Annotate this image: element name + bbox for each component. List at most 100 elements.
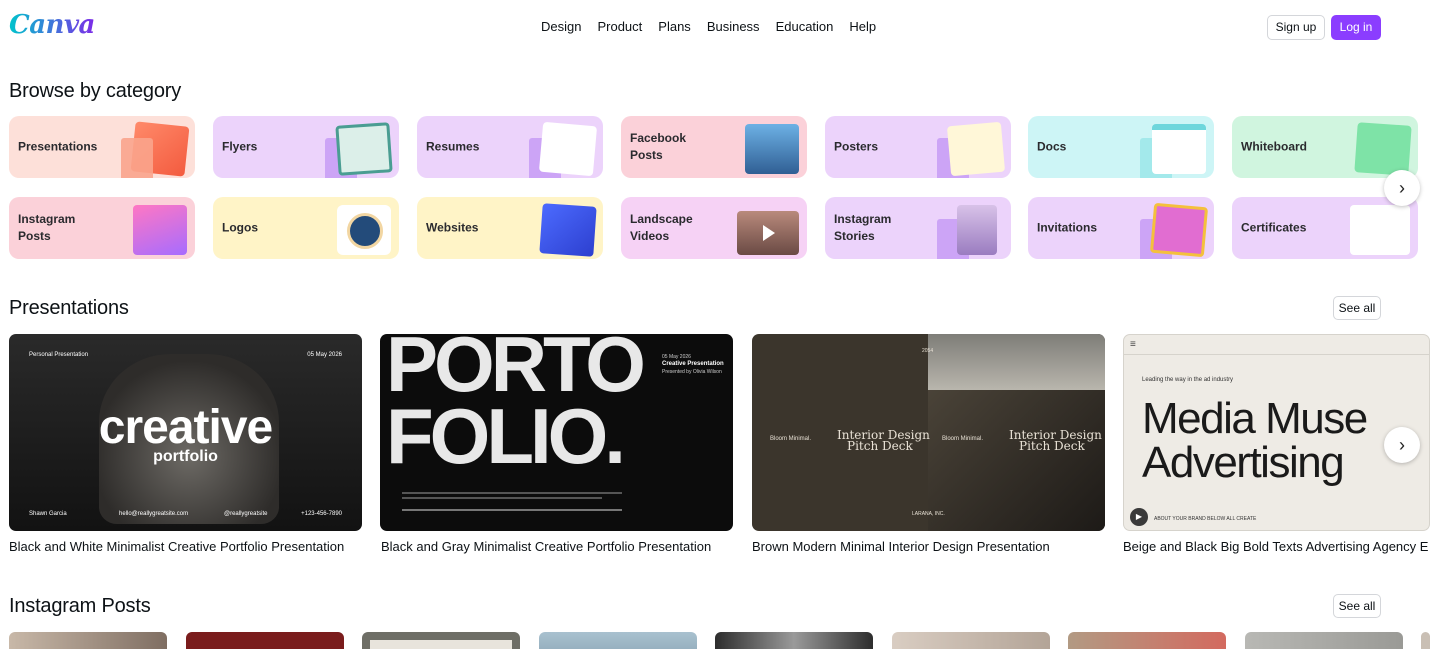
instagram-thumbnail[interactable] bbox=[362, 632, 520, 649]
presentation-thumbnail-2[interactable]: PORTO FOLIO. 05 May 2026 Creative Presen… bbox=[380, 334, 733, 531]
video-art-icon bbox=[733, 205, 799, 259]
slide-bottom-mid2: @reallygreatsite bbox=[224, 511, 268, 517]
category-card-certificates[interactable]: Certificates bbox=[1232, 197, 1418, 259]
presentation-caption-1[interactable]: Black and White Minimalist Creative Port… bbox=[9, 539, 344, 554]
category-card-flyers[interactable]: Flyers bbox=[213, 116, 399, 178]
sky-photo bbox=[928, 334, 1105, 390]
nav-help[interactable]: Help bbox=[849, 19, 876, 34]
play-icon bbox=[763, 225, 775, 241]
category-label: Whiteboard bbox=[1241, 139, 1307, 154]
slide-topbar bbox=[1124, 335, 1429, 355]
menu-icon: ≡ bbox=[1130, 339, 1136, 350]
category-next-arrow-icon[interactable]: › bbox=[1384, 170, 1420, 206]
category-card-logos[interactable]: Logos bbox=[213, 197, 399, 259]
instagram-see-all-button[interactable]: See all bbox=[1333, 594, 1381, 618]
nav-business[interactable]: Business bbox=[707, 19, 760, 34]
category-label: Logos bbox=[222, 220, 258, 235]
category-label: Landscape Videos bbox=[630, 212, 693, 243]
presentation-caption-2[interactable]: Black and Gray Minimalist Creative Portf… bbox=[381, 539, 711, 554]
slide-sub-text: portfolio bbox=[153, 448, 218, 465]
thumb-detail bbox=[370, 640, 512, 649]
presentation-thumbnail-1[interactable]: Personal Presentation 05 May 2026 creati… bbox=[9, 334, 362, 531]
invitation-art-icon bbox=[1140, 202, 1209, 259]
instagram-story-art-icon bbox=[937, 205, 1003, 259]
slide-text-line bbox=[402, 497, 602, 499]
presentation-thumbnail-4[interactable]: ≡ Leading the way in the ad industry Med… bbox=[1123, 334, 1430, 531]
category-label: Certificates bbox=[1241, 220, 1307, 235]
instagram-post-art-icon bbox=[121, 205, 187, 259]
login-button[interactable]: Log in bbox=[1331, 15, 1381, 40]
category-label: Invitations bbox=[1037, 220, 1098, 235]
slide-line-2: FOLIO. bbox=[386, 392, 626, 480]
category-card-whiteboard[interactable]: Whiteboard bbox=[1232, 116, 1418, 178]
nav-education[interactable]: Education bbox=[776, 19, 834, 34]
category-card-instagram-posts[interactable]: Instagram Posts bbox=[9, 197, 195, 259]
category-card-invitations[interactable]: Invitations bbox=[1028, 197, 1214, 259]
category-label: Docs bbox=[1037, 139, 1067, 154]
category-label: Posters bbox=[834, 139, 879, 154]
category-card-posters[interactable]: Posters bbox=[825, 116, 1011, 178]
slide-footer: ABOUT YOUR BRAND BELOW ALL CREATE bbox=[1154, 516, 1257, 522]
presentation-caption-4[interactable]: Beige and Black Big Bold Texts Advertisi… bbox=[1123, 539, 1428, 554]
right-title: Interior Design Pitch Deck bbox=[1009, 429, 1102, 453]
left-title-2: Pitch Deck bbox=[847, 439, 913, 453]
docs-art-icon bbox=[1140, 124, 1206, 178]
category-card-instagram-stories[interactable]: Instagram Stories bbox=[825, 197, 1011, 259]
instagram-title: Instagram Posts bbox=[9, 595, 151, 617]
instagram-thumbnail[interactable] bbox=[539, 632, 697, 649]
slide-year: 2054 bbox=[922, 348, 934, 354]
left-brand: Bloom Minimal. bbox=[770, 436, 812, 442]
instagram-thumbnail[interactable] bbox=[1421, 632, 1430, 649]
slide-line-1: PORTO bbox=[386, 334, 646, 408]
category-label: Websites bbox=[426, 220, 479, 235]
signup-button[interactable]: Sign up bbox=[1267, 15, 1325, 40]
slide-bottom-right: +123-456-7890 bbox=[301, 511, 342, 517]
slide-title: Creative Presentation bbox=[662, 361, 724, 367]
presentation-thumbnail-3[interactable]: Bloom Minimal. Interior Design Pitch Dec… bbox=[752, 334, 1105, 531]
instagram-thumbnail[interactable] bbox=[9, 632, 167, 649]
canva-logo[interactable]: Canva bbox=[9, 10, 95, 40]
category-card-landscape-videos[interactable]: Landscape Videos bbox=[621, 197, 807, 259]
instagram-thumbnail[interactable] bbox=[892, 632, 1050, 649]
instagram-thumbnail[interactable] bbox=[715, 632, 873, 649]
slide-date: 05 May 2026 bbox=[662, 354, 691, 360]
website-art-icon bbox=[529, 203, 597, 259]
presentation-caption-3[interactable]: Brown Modern Minimal Interior Design Pre… bbox=[752, 539, 1050, 554]
nav-product[interactable]: Product bbox=[597, 19, 642, 34]
slide-bottom-mid: hello@reallygreatsite.com bbox=[119, 511, 189, 517]
slide-text-line bbox=[402, 492, 622, 494]
slide-tagline: Leading the way in the ad industry bbox=[1142, 377, 1234, 383]
presentations-see-all-button[interactable]: See all bbox=[1333, 296, 1381, 320]
presentation-art-icon bbox=[121, 121, 190, 178]
slide-line-1: Media Muse bbox=[1142, 394, 1368, 443]
category-label: Instagram Stories bbox=[834, 212, 892, 243]
wall-photo bbox=[928, 390, 1105, 531]
certificate-art-icon bbox=[1344, 205, 1410, 259]
right-brand: Bloom Minimal. bbox=[942, 436, 984, 442]
resume-art-icon bbox=[529, 121, 598, 178]
facebook-post-art-icon bbox=[733, 124, 799, 178]
play-icon[interactable]: ▶ bbox=[1130, 508, 1148, 526]
slide-top-right: 05 May 2026 bbox=[307, 352, 342, 358]
instagram-thumbnail[interactable] bbox=[186, 632, 344, 649]
category-card-resumes[interactable]: Resumes bbox=[417, 116, 603, 178]
left-title: Interior Design Pitch Deck bbox=[837, 429, 930, 453]
slide-contact-line bbox=[402, 509, 622, 511]
nav-plans[interactable]: Plans bbox=[658, 19, 691, 34]
main-nav: Design Product Plans Business Education … bbox=[541, 19, 876, 34]
category-card-facebook-posts[interactable]: Facebook Posts bbox=[621, 116, 807, 178]
instagram-thumbnail[interactable] bbox=[1068, 632, 1226, 649]
category-label: Resumes bbox=[426, 139, 480, 154]
logo-art-icon bbox=[325, 205, 391, 259]
slide-top-left: Personal Presentation bbox=[29, 352, 89, 358]
slide-bottom-left: Shawn Garcia bbox=[29, 511, 67, 517]
category-label: Presentations bbox=[18, 139, 98, 154]
category-label: Instagram Posts bbox=[18, 212, 76, 243]
right-title-2: Pitch Deck bbox=[1019, 439, 1085, 453]
category-card-presentations[interactable]: Presentations bbox=[9, 116, 195, 178]
category-card-websites[interactable]: Websites bbox=[417, 197, 603, 259]
presentations-next-arrow-icon[interactable]: › bbox=[1384, 427, 1420, 463]
nav-design[interactable]: Design bbox=[541, 19, 581, 34]
category-card-docs[interactable]: Docs bbox=[1028, 116, 1214, 178]
instagram-thumbnail[interactable] bbox=[1245, 632, 1403, 649]
